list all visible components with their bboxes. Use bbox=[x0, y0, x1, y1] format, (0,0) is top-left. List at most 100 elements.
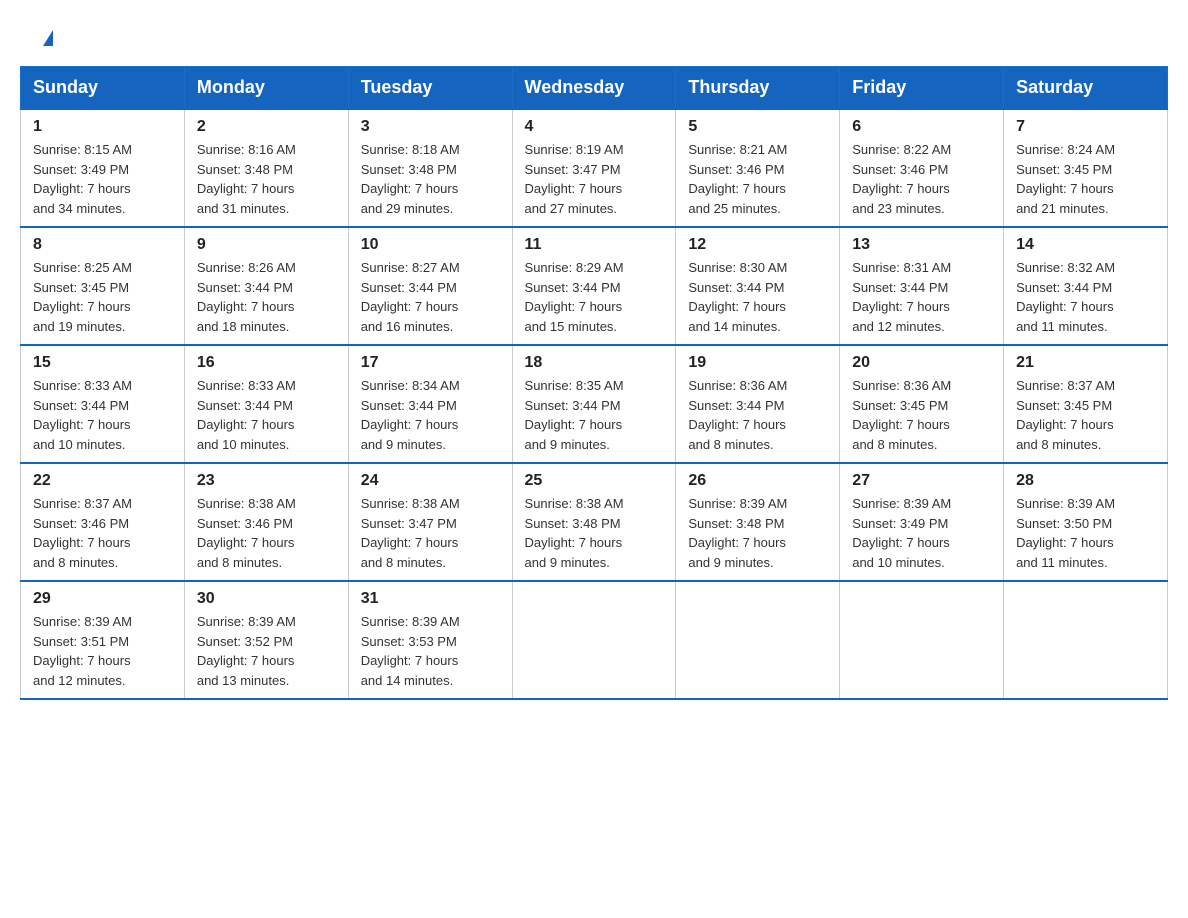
day-number: 30 bbox=[197, 590, 336, 608]
calendar-cell: 28 Sunrise: 8:39 AMSunset: 3:50 PMDaylig… bbox=[1004, 463, 1168, 581]
day-number: 20 bbox=[852, 354, 991, 372]
weekday-header-friday: Friday bbox=[840, 67, 1004, 110]
day-info: Sunrise: 8:26 AMSunset: 3:44 PMDaylight:… bbox=[197, 258, 336, 336]
day-info: Sunrise: 8:22 AMSunset: 3:46 PMDaylight:… bbox=[852, 140, 991, 218]
calendar-week-row: 8 Sunrise: 8:25 AMSunset: 3:45 PMDayligh… bbox=[21, 227, 1168, 345]
day-number: 31 bbox=[361, 590, 500, 608]
day-info: Sunrise: 8:37 AMSunset: 3:45 PMDaylight:… bbox=[1016, 376, 1155, 454]
calendar-cell bbox=[1004, 581, 1168, 699]
calendar-cell: 8 Sunrise: 8:25 AMSunset: 3:45 PMDayligh… bbox=[21, 227, 185, 345]
calendar-cell: 12 Sunrise: 8:30 AMSunset: 3:44 PMDaylig… bbox=[676, 227, 840, 345]
calendar-cell bbox=[676, 581, 840, 699]
weekday-header-monday: Monday bbox=[184, 67, 348, 110]
day-number: 26 bbox=[688, 472, 827, 490]
calendar-cell: 13 Sunrise: 8:31 AMSunset: 3:44 PMDaylig… bbox=[840, 227, 1004, 345]
weekday-header-saturday: Saturday bbox=[1004, 67, 1168, 110]
day-info: Sunrise: 8:21 AMSunset: 3:46 PMDaylight:… bbox=[688, 140, 827, 218]
calendar-cell: 22 Sunrise: 8:37 AMSunset: 3:46 PMDaylig… bbox=[21, 463, 185, 581]
day-number: 21 bbox=[1016, 354, 1155, 372]
calendar-cell: 4 Sunrise: 8:19 AMSunset: 3:47 PMDayligh… bbox=[512, 109, 676, 227]
weekday-header-sunday: Sunday bbox=[21, 67, 185, 110]
calendar-cell: 10 Sunrise: 8:27 AMSunset: 3:44 PMDaylig… bbox=[348, 227, 512, 345]
day-info: Sunrise: 8:15 AMSunset: 3:49 PMDaylight:… bbox=[33, 140, 172, 218]
day-info: Sunrise: 8:33 AMSunset: 3:44 PMDaylight:… bbox=[197, 376, 336, 454]
calendar-cell: 29 Sunrise: 8:39 AMSunset: 3:51 PMDaylig… bbox=[21, 581, 185, 699]
weekday-header-tuesday: Tuesday bbox=[348, 67, 512, 110]
calendar-cell: 17 Sunrise: 8:34 AMSunset: 3:44 PMDaylig… bbox=[348, 345, 512, 463]
calendar-cell: 16 Sunrise: 8:33 AMSunset: 3:44 PMDaylig… bbox=[184, 345, 348, 463]
day-number: 28 bbox=[1016, 472, 1155, 490]
calendar-week-row: 29 Sunrise: 8:39 AMSunset: 3:51 PMDaylig… bbox=[21, 581, 1168, 699]
day-info: Sunrise: 8:38 AMSunset: 3:47 PMDaylight:… bbox=[361, 494, 500, 572]
day-number: 3 bbox=[361, 118, 500, 136]
calendar-cell bbox=[840, 581, 1004, 699]
day-number: 13 bbox=[852, 236, 991, 254]
day-info: Sunrise: 8:18 AMSunset: 3:48 PMDaylight:… bbox=[361, 140, 500, 218]
calendar-header-row: SundayMondayTuesdayWednesdayThursdayFrid… bbox=[21, 67, 1168, 110]
day-info: Sunrise: 8:39 AMSunset: 3:49 PMDaylight:… bbox=[852, 494, 991, 572]
day-number: 18 bbox=[525, 354, 664, 372]
day-number: 2 bbox=[197, 118, 336, 136]
day-number: 7 bbox=[1016, 118, 1155, 136]
day-number: 27 bbox=[852, 472, 991, 490]
day-number: 11 bbox=[525, 236, 664, 254]
calendar-table: SundayMondayTuesdayWednesdayThursdayFrid… bbox=[20, 66, 1168, 700]
calendar-cell: 23 Sunrise: 8:38 AMSunset: 3:46 PMDaylig… bbox=[184, 463, 348, 581]
calendar-cell: 18 Sunrise: 8:35 AMSunset: 3:44 PMDaylig… bbox=[512, 345, 676, 463]
calendar-cell: 25 Sunrise: 8:38 AMSunset: 3:48 PMDaylig… bbox=[512, 463, 676, 581]
day-number: 16 bbox=[197, 354, 336, 372]
calendar-cell: 21 Sunrise: 8:37 AMSunset: 3:45 PMDaylig… bbox=[1004, 345, 1168, 463]
day-number: 15 bbox=[33, 354, 172, 372]
day-info: Sunrise: 8:39 AMSunset: 3:52 PMDaylight:… bbox=[197, 612, 336, 690]
day-info: Sunrise: 8:25 AMSunset: 3:45 PMDaylight:… bbox=[33, 258, 172, 336]
calendar-cell: 9 Sunrise: 8:26 AMSunset: 3:44 PMDayligh… bbox=[184, 227, 348, 345]
day-number: 12 bbox=[688, 236, 827, 254]
day-number: 29 bbox=[33, 590, 172, 608]
day-number: 23 bbox=[197, 472, 336, 490]
day-info: Sunrise: 8:33 AMSunset: 3:44 PMDaylight:… bbox=[33, 376, 172, 454]
calendar-cell: 3 Sunrise: 8:18 AMSunset: 3:48 PMDayligh… bbox=[348, 109, 512, 227]
calendar-cell: 30 Sunrise: 8:39 AMSunset: 3:52 PMDaylig… bbox=[184, 581, 348, 699]
day-info: Sunrise: 8:35 AMSunset: 3:44 PMDaylight:… bbox=[525, 376, 664, 454]
day-info: Sunrise: 8:27 AMSunset: 3:44 PMDaylight:… bbox=[361, 258, 500, 336]
day-info: Sunrise: 8:19 AMSunset: 3:47 PMDaylight:… bbox=[525, 140, 664, 218]
day-info: Sunrise: 8:38 AMSunset: 3:48 PMDaylight:… bbox=[525, 494, 664, 572]
calendar-cell: 19 Sunrise: 8:36 AMSunset: 3:44 PMDaylig… bbox=[676, 345, 840, 463]
day-info: Sunrise: 8:39 AMSunset: 3:48 PMDaylight:… bbox=[688, 494, 827, 572]
day-info: Sunrise: 8:29 AMSunset: 3:44 PMDaylight:… bbox=[525, 258, 664, 336]
day-number: 19 bbox=[688, 354, 827, 372]
calendar-cell: 6 Sunrise: 8:22 AMSunset: 3:46 PMDayligh… bbox=[840, 109, 1004, 227]
calendar-cell bbox=[512, 581, 676, 699]
day-info: Sunrise: 8:39 AMSunset: 3:53 PMDaylight:… bbox=[361, 612, 500, 690]
calendar-week-row: 15 Sunrise: 8:33 AMSunset: 3:44 PMDaylig… bbox=[21, 345, 1168, 463]
day-number: 17 bbox=[361, 354, 500, 372]
day-info: Sunrise: 8:39 AMSunset: 3:50 PMDaylight:… bbox=[1016, 494, 1155, 572]
day-number: 4 bbox=[525, 118, 664, 136]
day-number: 9 bbox=[197, 236, 336, 254]
calendar-cell: 31 Sunrise: 8:39 AMSunset: 3:53 PMDaylig… bbox=[348, 581, 512, 699]
day-info: Sunrise: 8:37 AMSunset: 3:46 PMDaylight:… bbox=[33, 494, 172, 572]
calendar-cell: 26 Sunrise: 8:39 AMSunset: 3:48 PMDaylig… bbox=[676, 463, 840, 581]
calendar-cell: 2 Sunrise: 8:16 AMSunset: 3:48 PMDayligh… bbox=[184, 109, 348, 227]
day-number: 22 bbox=[33, 472, 172, 490]
day-info: Sunrise: 8:36 AMSunset: 3:45 PMDaylight:… bbox=[852, 376, 991, 454]
day-info: Sunrise: 8:16 AMSunset: 3:48 PMDaylight:… bbox=[197, 140, 336, 218]
calendar-week-row: 1 Sunrise: 8:15 AMSunset: 3:49 PMDayligh… bbox=[21, 109, 1168, 227]
weekday-header-wednesday: Wednesday bbox=[512, 67, 676, 110]
day-number: 25 bbox=[525, 472, 664, 490]
calendar-cell: 20 Sunrise: 8:36 AMSunset: 3:45 PMDaylig… bbox=[840, 345, 1004, 463]
day-info: Sunrise: 8:30 AMSunset: 3:44 PMDaylight:… bbox=[688, 258, 827, 336]
calendar-cell: 7 Sunrise: 8:24 AMSunset: 3:45 PMDayligh… bbox=[1004, 109, 1168, 227]
calendar-cell: 1 Sunrise: 8:15 AMSunset: 3:49 PMDayligh… bbox=[21, 109, 185, 227]
calendar-cell: 15 Sunrise: 8:33 AMSunset: 3:44 PMDaylig… bbox=[21, 345, 185, 463]
logo bbox=[40, 30, 53, 46]
day-info: Sunrise: 8:34 AMSunset: 3:44 PMDaylight:… bbox=[361, 376, 500, 454]
day-info: Sunrise: 8:32 AMSunset: 3:44 PMDaylight:… bbox=[1016, 258, 1155, 336]
day-info: Sunrise: 8:38 AMSunset: 3:46 PMDaylight:… bbox=[197, 494, 336, 572]
page-header bbox=[20, 20, 1168, 56]
day-number: 6 bbox=[852, 118, 991, 136]
day-number: 24 bbox=[361, 472, 500, 490]
day-number: 14 bbox=[1016, 236, 1155, 254]
calendar-cell: 14 Sunrise: 8:32 AMSunset: 3:44 PMDaylig… bbox=[1004, 227, 1168, 345]
calendar-week-row: 22 Sunrise: 8:37 AMSunset: 3:46 PMDaylig… bbox=[21, 463, 1168, 581]
